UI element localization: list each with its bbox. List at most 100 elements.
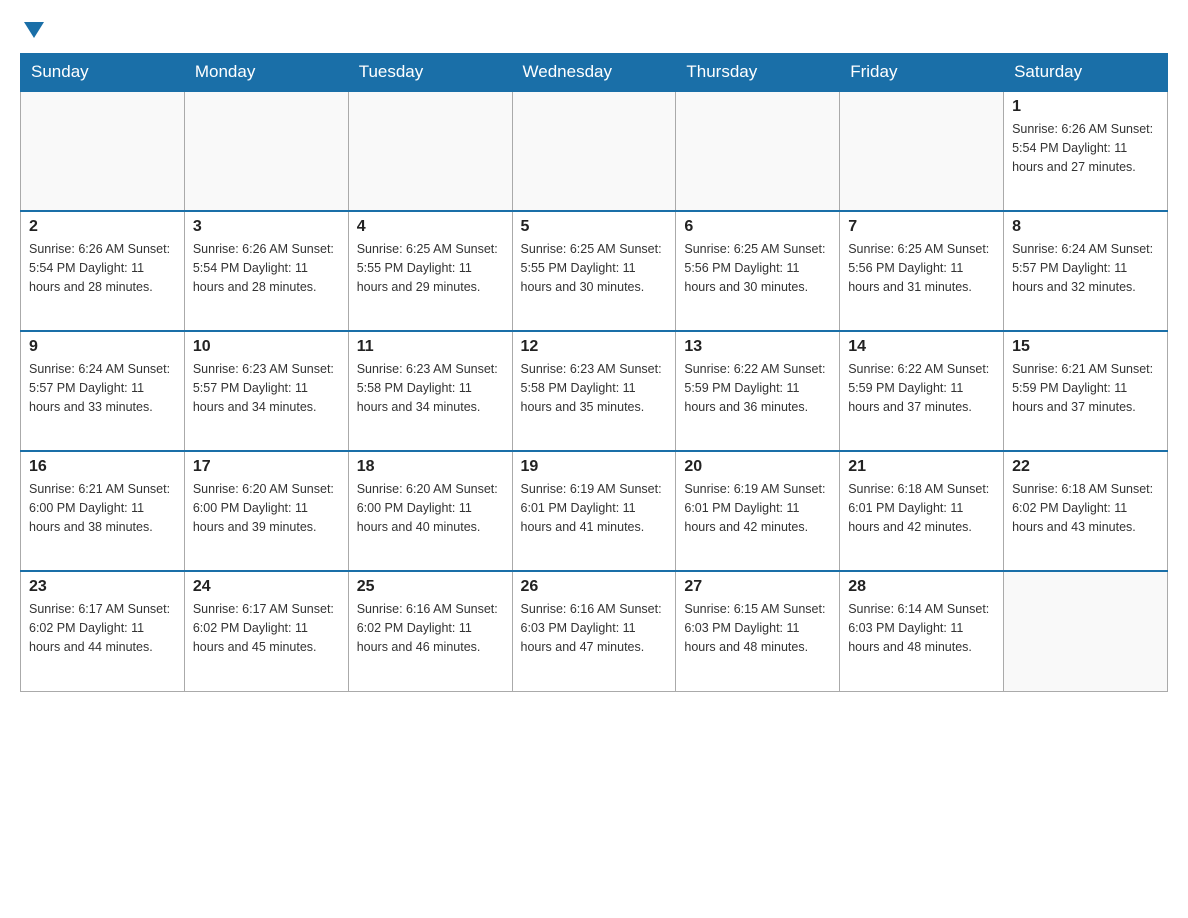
day-number: 17 xyxy=(193,458,340,476)
day-info: Sunrise: 6:16 AM Sunset: 6:02 PM Dayligh… xyxy=(357,600,504,656)
calendar-day-cell: 13 Sunrise: 6:22 AM Sunset: 5:59 PM Dayli… xyxy=(676,331,840,451)
day-number: 11 xyxy=(357,338,504,356)
day-info: Sunrise: 6:20 AM Sunset: 6:00 PM Dayligh… xyxy=(193,480,340,536)
calendar-day-cell: 15 Sunrise: 6:21 AM Sunset: 5:59 PM Dayli… xyxy=(1004,331,1168,451)
day-number: 6 xyxy=(684,218,831,236)
day-number: 13 xyxy=(684,338,831,356)
day-info: Sunrise: 6:24 AM Sunset: 5:57 PM Dayligh… xyxy=(29,360,176,416)
day-info: Sunrise: 6:20 AM Sunset: 6:00 PM Dayligh… xyxy=(357,480,504,536)
day-of-week-header: Tuesday xyxy=(348,54,512,92)
day-number: 4 xyxy=(357,218,504,236)
day-info: Sunrise: 6:18 AM Sunset: 6:02 PM Dayligh… xyxy=(1012,480,1159,536)
calendar-day-cell: 25 Sunrise: 6:16 AM Sunset: 6:02 PM Dayli… xyxy=(348,571,512,691)
day-info: Sunrise: 6:23 AM Sunset: 5:58 PM Dayligh… xyxy=(357,360,504,416)
day-number: 18 xyxy=(357,458,504,476)
day-number: 27 xyxy=(684,578,831,596)
calendar-day-cell: 6 Sunrise: 6:25 AM Sunset: 5:56 PM Daylig… xyxy=(676,211,840,331)
calendar-day-cell: 28 Sunrise: 6:14 AM Sunset: 6:03 PM Dayli… xyxy=(840,571,1004,691)
calendar-day-cell xyxy=(21,91,185,211)
calendar-week-row: 23 Sunrise: 6:17 AM Sunset: 6:02 PM Dayli… xyxy=(21,571,1168,691)
calendar-day-cell: 7 Sunrise: 6:25 AM Sunset: 5:56 PM Daylig… xyxy=(840,211,1004,331)
day-number: 20 xyxy=(684,458,831,476)
day-number: 7 xyxy=(848,218,995,236)
day-info: Sunrise: 6:15 AM Sunset: 6:03 PM Dayligh… xyxy=(684,600,831,656)
calendar-header-row: SundayMondayTuesdayWednesdayThursdayFrid… xyxy=(21,54,1168,92)
day-of-week-header: Saturday xyxy=(1004,54,1168,92)
calendar-week-row: 16 Sunrise: 6:21 AM Sunset: 6:00 PM Dayli… xyxy=(21,451,1168,571)
day-number: 3 xyxy=(193,218,340,236)
calendar-day-cell: 14Sunrise: 6:22 AM Sunset: 5:59 PM Dayli… xyxy=(840,331,1004,451)
logo-arrow-icon xyxy=(24,22,44,38)
day-number: 15 xyxy=(1012,338,1159,356)
calendar-week-row: 2 Sunrise: 6:26 AM Sunset: 5:54 PM Daylig… xyxy=(21,211,1168,331)
calendar-day-cell xyxy=(512,91,676,211)
day-info: Sunrise: 6:22 AM Sunset: 5:59 PM Dayligh… xyxy=(848,360,995,416)
calendar-day-cell: 20 Sunrise: 6:19 AM Sunset: 6:01 PM Dayli… xyxy=(676,451,840,571)
calendar-day-cell xyxy=(840,91,1004,211)
day-info: Sunrise: 6:25 AM Sunset: 5:56 PM Dayligh… xyxy=(684,240,831,296)
day-of-week-header: Wednesday xyxy=(512,54,676,92)
calendar-day-cell: 26 Sunrise: 6:16 AM Sunset: 6:03 PM Dayli… xyxy=(512,571,676,691)
day-info: Sunrise: 6:25 AM Sunset: 5:55 PM Dayligh… xyxy=(357,240,504,296)
day-info: Sunrise: 6:19 AM Sunset: 6:01 PM Dayligh… xyxy=(684,480,831,536)
day-info: Sunrise: 6:25 AM Sunset: 5:56 PM Dayligh… xyxy=(848,240,995,296)
day-info: Sunrise: 6:19 AM Sunset: 6:01 PM Dayligh… xyxy=(521,480,668,536)
day-info: Sunrise: 6:17 AM Sunset: 6:02 PM Dayligh… xyxy=(193,600,340,656)
calendar-day-cell xyxy=(1004,571,1168,691)
day-number: 1 xyxy=(1012,98,1159,116)
day-number: 5 xyxy=(521,218,668,236)
day-info: Sunrise: 6:25 AM Sunset: 5:55 PM Dayligh… xyxy=(521,240,668,296)
day-info: Sunrise: 6:26 AM Sunset: 5:54 PM Dayligh… xyxy=(1012,120,1159,176)
day-info: Sunrise: 6:21 AM Sunset: 5:59 PM Dayligh… xyxy=(1012,360,1159,416)
day-number: 28 xyxy=(848,578,995,596)
day-info: Sunrise: 6:26 AM Sunset: 5:54 PM Dayligh… xyxy=(29,240,176,296)
page-header xyxy=(20,20,1168,43)
calendar-day-cell: 24Sunrise: 6:17 AM Sunset: 6:02 PM Dayli… xyxy=(184,571,348,691)
day-info: Sunrise: 6:17 AM Sunset: 6:02 PM Dayligh… xyxy=(29,600,176,656)
day-number: 12 xyxy=(521,338,668,356)
calendar-day-cell: 1 Sunrise: 6:26 AM Sunset: 5:54 PM Daylig… xyxy=(1004,91,1168,211)
logo xyxy=(20,20,44,43)
calendar-day-cell xyxy=(676,91,840,211)
day-info: Sunrise: 6:26 AM Sunset: 5:54 PM Dayligh… xyxy=(193,240,340,296)
calendar-day-cell: 10 Sunrise: 6:23 AM Sunset: 5:57 PM Dayli… xyxy=(184,331,348,451)
day-info: Sunrise: 6:18 AM Sunset: 6:01 PM Dayligh… xyxy=(848,480,995,536)
day-number: 23 xyxy=(29,578,176,596)
calendar-day-cell: 5 Sunrise: 6:25 AM Sunset: 5:55 PM Daylig… xyxy=(512,211,676,331)
day-number: 25 xyxy=(357,578,504,596)
day-of-week-header: Thursday xyxy=(676,54,840,92)
calendar-day-cell: 22 Sunrise: 6:18 AM Sunset: 6:02 PM Dayli… xyxy=(1004,451,1168,571)
day-info: Sunrise: 6:23 AM Sunset: 5:58 PM Dayligh… xyxy=(521,360,668,416)
day-info: Sunrise: 6:23 AM Sunset: 5:57 PM Dayligh… xyxy=(193,360,340,416)
calendar-day-cell xyxy=(348,91,512,211)
calendar-day-cell: 8Sunrise: 6:24 AM Sunset: 5:57 PM Daylig… xyxy=(1004,211,1168,331)
day-info: Sunrise: 6:22 AM Sunset: 5:59 PM Dayligh… xyxy=(684,360,831,416)
calendar-day-cell: 27 Sunrise: 6:15 AM Sunset: 6:03 PM Dayli… xyxy=(676,571,840,691)
calendar-day-cell: 21 Sunrise: 6:18 AM Sunset: 6:01 PM Dayli… xyxy=(840,451,1004,571)
calendar-day-cell: 11 Sunrise: 6:23 AM Sunset: 5:58 PM Dayli… xyxy=(348,331,512,451)
calendar-day-cell: 9 Sunrise: 6:24 AM Sunset: 5:57 PM Daylig… xyxy=(21,331,185,451)
day-info: Sunrise: 6:21 AM Sunset: 6:00 PM Dayligh… xyxy=(29,480,176,536)
calendar-day-cell: 12 Sunrise: 6:23 AM Sunset: 5:58 PM Dayli… xyxy=(512,331,676,451)
calendar-day-cell: 4 Sunrise: 6:25 AM Sunset: 5:55 PM Daylig… xyxy=(348,211,512,331)
day-info: Sunrise: 6:14 AM Sunset: 6:03 PM Dayligh… xyxy=(848,600,995,656)
day-of-week-header: Friday xyxy=(840,54,1004,92)
day-number: 10 xyxy=(193,338,340,356)
calendar-day-cell: 18 Sunrise: 6:20 AM Sunset: 6:00 PM Dayli… xyxy=(348,451,512,571)
day-number: 21 xyxy=(848,458,995,476)
day-number: 9 xyxy=(29,338,176,356)
calendar-day-cell: 23 Sunrise: 6:17 AM Sunset: 6:02 PM Dayli… xyxy=(21,571,185,691)
calendar-day-cell: 3 Sunrise: 6:26 AM Sunset: 5:54 PM Daylig… xyxy=(184,211,348,331)
calendar-day-cell: 19 Sunrise: 6:19 AM Sunset: 6:01 PM Dayli… xyxy=(512,451,676,571)
day-of-week-header: Sunday xyxy=(21,54,185,92)
day-number: 26 xyxy=(521,578,668,596)
day-number: 22 xyxy=(1012,458,1159,476)
day-number: 16 xyxy=(29,458,176,476)
day-number: 8 xyxy=(1012,218,1159,236)
calendar-day-cell: 16 Sunrise: 6:21 AM Sunset: 6:00 PM Dayli… xyxy=(21,451,185,571)
day-number: 2 xyxy=(29,218,176,236)
day-info: Sunrise: 6:16 AM Sunset: 6:03 PM Dayligh… xyxy=(521,600,668,656)
calendar-table: SundayMondayTuesdayWednesdayThursdayFrid… xyxy=(20,53,1168,692)
day-number: 19 xyxy=(521,458,668,476)
calendar-day-cell: 17 Sunrise: 6:20 AM Sunset: 6:00 PM Dayli… xyxy=(184,451,348,571)
